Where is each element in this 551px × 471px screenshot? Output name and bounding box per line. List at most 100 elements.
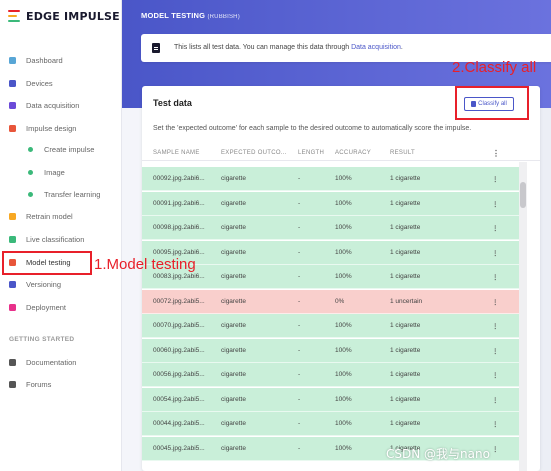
sidebar-item-label: Data acquisition bbox=[26, 100, 80, 110]
table-row[interactable]: 00092.jpg.2abi6... cigarette - 100% 1 cigare… bbox=[142, 167, 519, 191]
sidebar-item-impulse-design[interactable]: Impulse design bbox=[0, 118, 122, 138]
expected-outcome-cell: cigarette bbox=[221, 347, 246, 354]
accuracy-cell: 100% bbox=[335, 420, 352, 427]
column-header-expected-outcome[interactable]: EXPECTED OUTCO... bbox=[221, 150, 287, 156]
result-cell: 1 cigarette bbox=[390, 371, 421, 378]
accuracy-cell: 0% bbox=[335, 298, 345, 305]
result-cell: 1 cigarette bbox=[390, 396, 421, 403]
sidebar-item-live-classification[interactable]: Live classification bbox=[0, 229, 122, 249]
table-row[interactable]: 00056.jpg.2abi5... cigarette - 100% 1 cigare… bbox=[142, 363, 519, 387]
result-cell: 1 cigarette bbox=[390, 249, 421, 256]
row-menu-icon[interactable]: ⋮ bbox=[492, 224, 499, 232]
table-row[interactable]: 00095.jpg.2abi6... cigarette - 100% 1 cigare… bbox=[142, 241, 519, 265]
table-menu-icon[interactable]: ⋮ bbox=[492, 149, 500, 158]
row-menu-icon[interactable]: ⋮ bbox=[492, 175, 499, 183]
table-header: SAMPLE NAME EXPECTED OUTCO... LENGTH ACC… bbox=[142, 146, 540, 161]
accuracy-cell: 100% bbox=[335, 396, 352, 403]
sidebar-item-label: Dashboard bbox=[26, 55, 63, 65]
data-acquisition-link[interactable]: Data acquisition bbox=[351, 44, 401, 51]
table-row[interactable]: 00070.jpg.2abi5... cigarette - 100% 1 cigare… bbox=[142, 314, 519, 338]
book-icon bbox=[9, 358, 16, 366]
info-suffix: . bbox=[400, 44, 403, 51]
section-label-getting-started: GETTING STARTED bbox=[9, 336, 75, 343]
row-menu-icon[interactable]: ⋮ bbox=[492, 322, 499, 330]
sample-name-cell: 00083.jpg.2abi6... bbox=[153, 273, 205, 280]
accuracy-cell: 100% bbox=[335, 347, 352, 354]
row-menu-icon[interactable]: ⋮ bbox=[492, 298, 499, 306]
expected-outcome-cell: cigarette bbox=[221, 273, 246, 280]
table-row[interactable]: 00091.jpg.2abi6... cigarette - 100% 1 cigare… bbox=[142, 192, 519, 216]
sidebar-item-documentation[interactable]: Documentation bbox=[0, 352, 122, 372]
sidebar-item-transfer-learning[interactable]: Transfer learning bbox=[0, 184, 122, 204]
table-scrollbar[interactable] bbox=[519, 162, 527, 471]
table-row[interactable]: 00054.jpg.2abi5... cigarette - 100% 1 cigare… bbox=[142, 388, 519, 412]
info-message: This lists all test data. You can manage… bbox=[174, 44, 352, 51]
table-row[interactable]: 00060.jpg.2abi5... cigarette - 100% 1 cigare… bbox=[142, 339, 519, 363]
sample-name-cell: 00070.jpg.2abi5... bbox=[153, 322, 205, 329]
length-cell: - bbox=[298, 224, 301, 231]
annotation-box-model-testing bbox=[2, 251, 92, 275]
sample-name-cell: 00091.jpg.2abi6... bbox=[153, 200, 205, 207]
column-header-accuracy[interactable]: ACCURACY bbox=[335, 150, 371, 156]
sidebar-item-deployment[interactable]: Deployment bbox=[0, 297, 122, 317]
row-menu-icon[interactable]: ⋮ bbox=[492, 200, 499, 208]
clipboard-icon bbox=[152, 43, 160, 53]
sidebar-item-versioning[interactable]: Versioning bbox=[0, 274, 122, 294]
result-cell: 1 cigarette bbox=[390, 175, 421, 182]
sidebar-item-label: Documentation bbox=[26, 357, 77, 367]
column-header-result[interactable]: RESULT bbox=[390, 150, 415, 156]
dot-icon bbox=[28, 146, 33, 152]
result-cell: 1 cigarette bbox=[390, 224, 421, 231]
expected-outcome-cell: cigarette bbox=[221, 420, 246, 427]
accuracy-cell: 100% bbox=[335, 322, 352, 329]
sidebar-item-devices[interactable]: Devices bbox=[0, 73, 122, 93]
expected-outcome-cell: cigarette bbox=[221, 371, 246, 378]
expected-outcome-cell: cigarette bbox=[221, 322, 246, 329]
table-row[interactable]: 00098.jpg.2abi6... cigarette - 100% 1 cigare… bbox=[142, 216, 519, 240]
expected-outcome-cell: cigarette bbox=[221, 249, 246, 256]
row-menu-icon[interactable]: ⋮ bbox=[492, 371, 499, 379]
sidebar-item-forums[interactable]: Forums bbox=[0, 374, 122, 394]
length-cell: - bbox=[298, 298, 301, 305]
table-row[interactable]: 00072.jpg.2abi5... cigarette - 0% 1 uncertai… bbox=[142, 290, 519, 314]
accuracy-cell: 100% bbox=[335, 200, 352, 207]
sidebar-item-image[interactable]: Image bbox=[0, 162, 122, 182]
accuracy-cell: 100% bbox=[335, 371, 352, 378]
chat-icon bbox=[9, 380, 16, 388]
row-menu-icon[interactable]: ⋮ bbox=[492, 445, 499, 453]
sidebar-item-dashboard[interactable]: Dashboard bbox=[0, 50, 122, 70]
test-data-card: Test data Classify all Set the 'expected… bbox=[142, 86, 540, 471]
sidebar-item-label: Deployment bbox=[26, 302, 67, 312]
row-menu-icon[interactable]: ⋮ bbox=[492, 273, 499, 281]
sidebar-item-data-acquisition[interactable]: Data acquisition bbox=[0, 95, 122, 115]
accuracy-cell: 100% bbox=[335, 224, 352, 231]
row-menu-icon[interactable]: ⋮ bbox=[492, 420, 499, 428]
column-header-sample-name[interactable]: SAMPLE NAME bbox=[153, 150, 200, 156]
sidebar-item-label: Transfer learning bbox=[44, 189, 101, 199]
sidebar-item-label: Versioning bbox=[26, 279, 62, 289]
scrollbar-thumb[interactable] bbox=[520, 182, 526, 208]
versioning-icon bbox=[9, 280, 16, 288]
sidebar-item-retrain-model[interactable]: Retrain model bbox=[0, 206, 122, 226]
logo[interactable]: EDGE IMPULSE bbox=[8, 9, 120, 23]
table-row[interactable]: 00083.jpg.2abi6... cigarette - 100% 1 cigare… bbox=[142, 265, 519, 289]
sidebar-item-create-impulse[interactable]: Create impulse bbox=[0, 139, 122, 159]
live-icon bbox=[9, 235, 16, 243]
info-card: This lists all test data. You can manage… bbox=[141, 34, 551, 62]
expected-outcome-cell: cigarette bbox=[221, 298, 246, 305]
table-row[interactable]: 00044.jpg.2abi5... cigarette - 100% 1 cigare… bbox=[142, 412, 519, 436]
row-menu-icon[interactable]: ⋮ bbox=[492, 396, 499, 404]
result-cell: 1 uncertain bbox=[390, 298, 423, 305]
sample-name-cell: 00054.jpg.2abi5... bbox=[153, 396, 205, 403]
row-menu-icon[interactable]: ⋮ bbox=[492, 249, 499, 257]
expected-outcome-cell: cigarette bbox=[221, 224, 246, 231]
sample-name-cell: 00060.jpg.2abi5... bbox=[153, 347, 205, 354]
row-menu-icon[interactable]: ⋮ bbox=[492, 347, 499, 355]
info-text: This lists all test data. You can manage… bbox=[174, 44, 403, 51]
page-title: MODEL TESTING (RUBBISH) bbox=[141, 11, 240, 20]
column-header-length[interactable]: LENGTH bbox=[298, 150, 324, 156]
watermark: CSDN @我与nano bbox=[386, 447, 490, 461]
sample-name-cell: 00056.jpg.2abi5... bbox=[153, 371, 205, 378]
annotation-box-classify bbox=[455, 86, 529, 120]
length-cell: - bbox=[298, 175, 301, 182]
